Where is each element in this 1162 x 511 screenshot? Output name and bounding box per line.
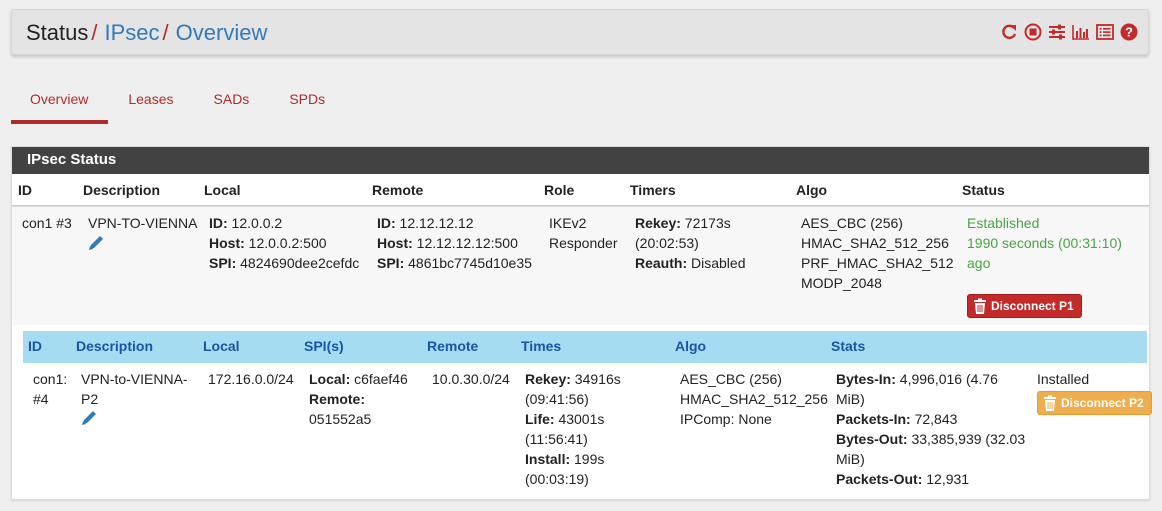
trash-icon (974, 298, 986, 314)
col-header-role: Role (544, 182, 575, 198)
p1-status: Established 1990 seconds (00:31:10) ago (967, 215, 1122, 271)
tab-spds[interactable]: SPDs (269, 82, 345, 124)
p2-description: VPN-to-VIENNA- P2 (81, 371, 188, 407)
p2-algo: AES_CBC (256) HMAC_SHA2_512_256 IPComp: No… (680, 371, 828, 427)
p2-id: con1: #4 (33, 371, 68, 407)
p1-local: ID: 12.0.0.2 Host: 12.0.0.2:500 SPI: 48246… (209, 215, 360, 271)
p2-header-spis: SPI(s) (304, 338, 344, 354)
p2-header-id: ID (28, 338, 42, 354)
p1-role: IKEv2 Responder (549, 215, 618, 251)
p2-header-local: Local (203, 338, 240, 354)
phase2-header-bar (23, 331, 1147, 363)
breadcrumb-status: Status (26, 20, 89, 45)
svg-text:?: ? (1125, 25, 1133, 40)
p2-header-times: Times (521, 338, 562, 354)
p2-remote: 10.0.30.0/24 (432, 371, 510, 387)
p1-remote: ID: 12.12.12.12 Host: 12.12.12.12:500 SPI:… (377, 215, 532, 271)
help-icon[interactable]: ? (1120, 23, 1138, 41)
col-header-description: Description (83, 182, 161, 198)
chart-icon[interactable] (1072, 23, 1090, 41)
tab-overview[interactable]: Overview (11, 82, 109, 124)
col-header-status: Status (962, 182, 1005, 198)
p2-stats: Bytes-In: 4,996,016 (4.76 MiB) Packets-In:… (836, 371, 1026, 487)
p1-algo: AES_CBC (256) HMAC_SHA2_512_256 PRF_HMAC_S… (801, 215, 954, 291)
p2-local: 172.16.0.0/24 (208, 371, 294, 387)
breadcrumb: Status / IPsec / Overview (26, 20, 268, 45)
p2-header-remote: Remote (427, 338, 479, 354)
sliders-icon[interactable] (1048, 23, 1066, 41)
list-icon[interactable] (1096, 23, 1114, 41)
p1-description: VPN-TO-VIENNA (88, 215, 198, 231)
disconnect-p2-button[interactable]: Disconnect P2 (1037, 391, 1152, 415)
col-header-timers: Timers (630, 182, 676, 198)
p2-header-stats: Stats (831, 338, 866, 354)
page-header: Status / IPsec / Overview ? (11, 9, 1149, 55)
p2-status: Installed (1037, 371, 1090, 387)
breadcrumb-ipsec-link[interactable]: IPsec (105, 20, 160, 45)
col-header-id: ID (18, 182, 32, 198)
col-header-algo: Algo (796, 182, 828, 198)
reload-icon[interactable] (1000, 23, 1018, 41)
col-header-local: Local (204, 182, 241, 198)
p2-spis: Local: c6faef46 Remote: 051552a5 (309, 371, 408, 427)
p1-id: con1 #3 (22, 215, 72, 231)
ipsec-status-panel: IPsec Status ID Description Local Remote… (11, 146, 1152, 500)
edit-pencil-icon[interactable] (80, 409, 100, 427)
trash-icon (1044, 395, 1056, 411)
edit-pencil-icon[interactable] (87, 234, 107, 252)
tab-leases[interactable]: Leases (108, 82, 193, 124)
p2-times: Rekey: 34916s (09:41:56) Life: 43001s (11:5… (525, 371, 621, 487)
stop-icon[interactable] (1024, 23, 1042, 41)
p1-timers: Rekey: 72173s (20:02:53) Reauth: Disabled (635, 215, 746, 271)
p2-header-algo: Algo (675, 338, 707, 354)
tab-bar: Overview Leases SADs SPDs (11, 82, 345, 124)
tab-sads[interactable]: SADs (194, 82, 270, 124)
p2-header-description: Description (76, 338, 154, 354)
col-header-remote: Remote (372, 182, 424, 198)
panel-title: IPsec Status (12, 147, 1149, 174)
disconnect-p1-button[interactable]: Disconnect P1 (967, 294, 1082, 318)
breadcrumb-overview-link[interactable]: Overview (176, 20, 268, 45)
